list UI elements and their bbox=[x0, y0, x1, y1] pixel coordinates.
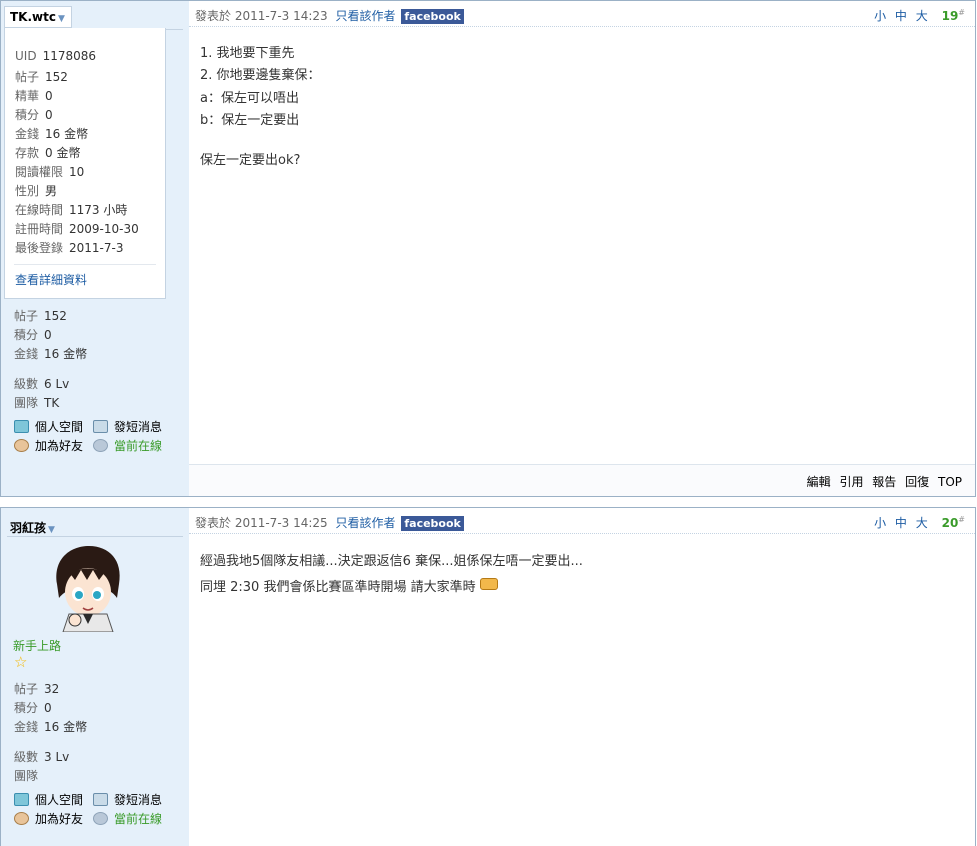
author-only-link[interactable]: 只看該作者 bbox=[336, 516, 396, 530]
username: 羽紅孩 bbox=[10, 521, 47, 535]
facebook-share-button[interactable]: facebook bbox=[401, 9, 464, 24]
post-content-line: 同埋 2:30 我們會係比賽區準時開場 請大家準時 bbox=[200, 576, 498, 595]
profile-card: UID 1178086 帖子 152 精華 0 積分 0 金錢 16 金幣 存款 0 金幣 … bbox=[4, 28, 166, 299]
send-message-link[interactable]: 發短消息 bbox=[93, 418, 162, 435]
profile-posts: 帖子 152 bbox=[15, 70, 68, 84]
post-19: UID 1178086 帖子 152 精華 0 積分 0 金錢 16 金幣 存款 0 金幣 … bbox=[0, 0, 976, 497]
font-size-controls: 小 中 大 20# bbox=[869, 514, 965, 531]
add-friend-link[interactable]: 加為好友 bbox=[14, 810, 83, 827]
stat-team: 團隊 TK bbox=[14, 396, 60, 410]
send-message-link[interactable]: 發短消息 bbox=[93, 791, 162, 808]
online-icon bbox=[93, 812, 108, 825]
online-icon bbox=[93, 439, 108, 452]
font-small-button[interactable]: 小 bbox=[874, 9, 886, 23]
chevron-down-icon: ▼ bbox=[48, 525, 55, 535]
post-main: 發表於 2011-7-3 14:25 只看該作者 facebook 小 中 大 … bbox=[189, 508, 975, 846]
profile-deposit: 存款 0 金幣 bbox=[15, 146, 81, 160]
home-icon bbox=[14, 420, 29, 433]
post-content-line: b：保左一定要出 bbox=[200, 113, 300, 128]
font-medium-button[interactable]: 中 bbox=[895, 516, 907, 530]
report-link[interactable]: 報告 bbox=[872, 475, 896, 489]
quote-link[interactable]: 引用 bbox=[839, 475, 863, 489]
post-timestamp: 發表於 2011-7-3 14:25 bbox=[195, 516, 328, 530]
post-content-line: 經過我地5個隊友相議...決定跟返信6 棄保...姐係保左唔一定要出... bbox=[200, 554, 583, 569]
stat-money: 金錢 16 金幣 bbox=[14, 720, 88, 734]
profile-last-login: 最後登錄 2011-7-3 bbox=[15, 241, 124, 255]
profile-register-date: 註冊時間 2009-10-30 bbox=[15, 222, 139, 236]
profile-digest: 精華 0 bbox=[15, 89, 53, 103]
stat-level: 級數 6 Lv bbox=[14, 377, 70, 391]
post-timestamp: 發表於 2011-7-3 14:23 bbox=[195, 9, 328, 23]
top-link[interactable]: TOP bbox=[938, 475, 962, 489]
divider bbox=[189, 26, 975, 27]
profile-online-time: 在線時間 1173 小時 bbox=[15, 203, 128, 217]
username-menu[interactable]: TK.wtc ▼ bbox=[4, 6, 72, 28]
message-icon bbox=[93, 793, 108, 806]
post-meta: 發表於 2011-7-3 14:25 只看該作者 facebook bbox=[195, 514, 464, 531]
add-friend-icon bbox=[14, 439, 29, 452]
personal-space-link[interactable]: 個人空間 bbox=[14, 791, 83, 808]
username: TK.wtc bbox=[10, 10, 56, 24]
online-status: 當前在線 bbox=[93, 437, 162, 454]
author-only-link[interactable]: 只看該作者 bbox=[336, 9, 396, 23]
author-sidebar: 羽紅孩 ▼ 新手上路 ☆ 帖子 32 積分 0 金錢 16 金幣 級數 3 Lv 團隊 個… bbox=[1, 508, 189, 846]
stat-level: 級數 3 Lv bbox=[14, 750, 70, 764]
stat-posts: 帖子 152 bbox=[14, 309, 67, 323]
post-main: 發表於 2011-7-3 14:23 只看該作者 facebook 小 中 大 … bbox=[189, 1, 975, 496]
reply-link[interactable]: 回復 bbox=[905, 475, 929, 489]
chevron-down-icon: ▼ bbox=[57, 14, 65, 24]
divider bbox=[189, 533, 975, 534]
post-content-line: a：保左可以唔出 bbox=[200, 91, 299, 106]
post-meta: 發表於 2011-7-3 14:23 只看該作者 facebook bbox=[195, 7, 464, 24]
post-content-line: 保左一定要出ok? bbox=[200, 153, 301, 168]
add-friend-link[interactable]: 加為好友 bbox=[14, 437, 83, 454]
stat-team: 團隊 bbox=[14, 769, 39, 783]
star-icon: ☆ bbox=[14, 653, 28, 671]
font-medium-button[interactable]: 中 bbox=[895, 9, 907, 23]
stat-points: 積分 0 bbox=[14, 328, 52, 342]
stat-posts: 帖子 32 bbox=[14, 682, 60, 696]
home-icon bbox=[14, 793, 29, 806]
font-large-button[interactable]: 大 bbox=[916, 9, 928, 23]
username-menu[interactable]: 羽紅孩 ▼ bbox=[4, 519, 61, 536]
avatar bbox=[56, 546, 120, 632]
user-rank: 新手上路 bbox=[13, 639, 62, 653]
stat-points: 積分 0 bbox=[14, 701, 52, 715]
font-small-button[interactable]: 小 bbox=[874, 516, 886, 530]
divider bbox=[14, 264, 156, 265]
floor-number[interactable]: 20# bbox=[937, 515, 965, 530]
post-content-line: 2. 你地要邊隻棄保： bbox=[200, 68, 321, 83]
profile-money: 金錢 16 金幣 bbox=[15, 127, 89, 141]
profile-gender: 性別男 bbox=[15, 184, 58, 198]
personal-space-link[interactable]: 個人空間 bbox=[14, 418, 83, 435]
divider bbox=[7, 536, 183, 537]
floor-number[interactable]: 19# bbox=[937, 8, 965, 23]
message-icon bbox=[93, 420, 108, 433]
online-status: 當前在線 bbox=[93, 810, 162, 827]
edit-link[interactable]: 編輯 bbox=[807, 475, 831, 489]
profile-uid: UID 1178086 bbox=[15, 49, 97, 63]
facebook-share-button[interactable]: facebook bbox=[401, 516, 464, 531]
post-20: 羽紅孩 ▼ 新手上路 ☆ 帖子 32 積分 0 金錢 16 金幣 級數 3 Lv 團隊 個… bbox=[0, 507, 976, 846]
font-large-button[interactable]: 大 bbox=[916, 516, 928, 530]
post-actions: 編輯 引用 報告 回復 TOP bbox=[802, 473, 962, 490]
font-size-controls: 小 中 大 19# bbox=[869, 7, 965, 24]
view-details-link[interactable]: 查看詳細資料 bbox=[15, 271, 87, 288]
post-content-line: 1. 我地要下重先 bbox=[200, 46, 295, 61]
add-friend-icon bbox=[14, 812, 29, 825]
profile-points: 積分 0 bbox=[15, 108, 53, 122]
profile-read-permission: 閱讀權限 10 bbox=[15, 165, 85, 179]
stat-money: 金錢 16 金幣 bbox=[14, 347, 88, 361]
post-footer: 編輯 引用 報告 回復 TOP bbox=[189, 464, 975, 496]
handshake-emoji-icon bbox=[479, 578, 498, 590]
author-sidebar: UID 1178086 帖子 152 精華 0 積分 0 金錢 16 金幣 存款 0 金幣 … bbox=[1, 1, 189, 496]
